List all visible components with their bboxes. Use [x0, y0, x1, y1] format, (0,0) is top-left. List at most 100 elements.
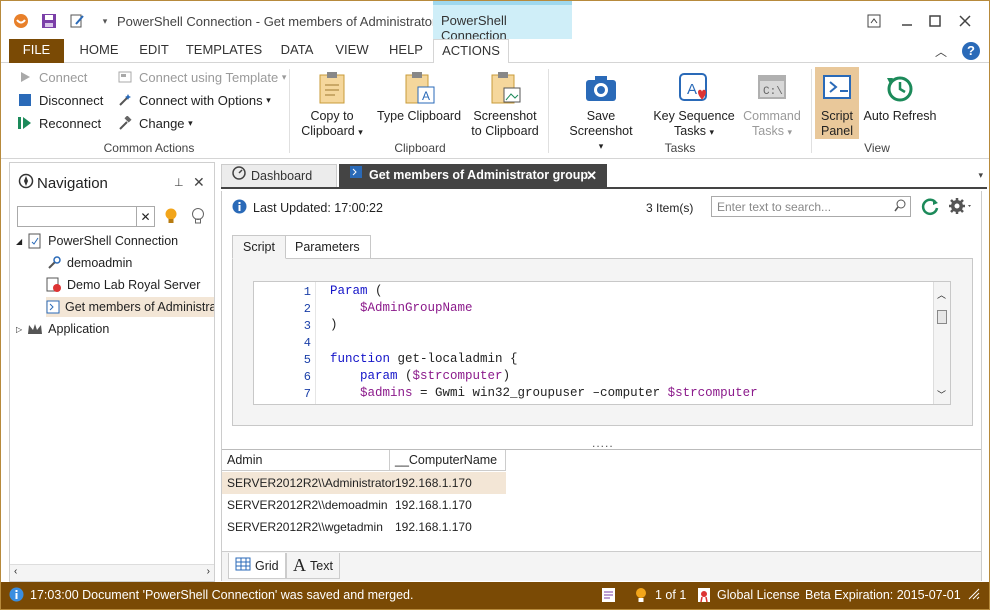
script-panel-button[interactable]: Script Panel: [815, 67, 859, 139]
scroll-right-icon[interactable]: ›: [207, 566, 210, 577]
code-line: param ($strcomputer): [360, 369, 511, 383]
grid-cell: 192.168.1.170: [395, 520, 472, 534]
navigation-hscrollbar[interactable]: ‹ ›: [10, 564, 214, 581]
close-tab-icon[interactable]: ✕: [586, 164, 597, 187]
tab-templates[interactable]: TEMPLATES: [181, 39, 267, 63]
svg-text:A: A: [687, 81, 697, 98]
command-tasks-label-1: Command: [743, 109, 801, 123]
tab-dashboard[interactable]: Dashboard: [221, 164, 337, 187]
tab-home[interactable]: HOME: [71, 39, 127, 63]
minimize-icon[interactable]: [896, 11, 918, 31]
column-header-computername[interactable]: __ComputerName: [390, 450, 506, 471]
collapse-ribbon-icon[interactable]: ︿: [935, 43, 947, 60]
tab-help[interactable]: HELP: [381, 39, 431, 63]
help-icon[interactable]: ?: [962, 42, 980, 60]
last-updated-label: Last Updated: 17:00:22: [253, 201, 383, 215]
lightbulb-off-icon[interactable]: [191, 207, 205, 228]
tree-item-powershell-connection[interactable]: ◢ PowerShell Connection: [16, 231, 178, 251]
code-editor[interactable]: 1 2 3 4 5 6 7 Param ( $AdminGroupName ) …: [253, 281, 951, 405]
notification-bulb-icon[interactable]: [635, 587, 647, 606]
screenshot-clipboard-button[interactable]: Screenshot to Clipboard: [467, 67, 543, 139]
column-header-admin[interactable]: Admin: [222, 450, 390, 471]
disconnect-button[interactable]: Disconnect: [17, 92, 103, 108]
save-icon[interactable]: [39, 11, 59, 31]
line-gutter: 1 2 3 4 5 6 7: [254, 282, 316, 404]
tree-item-get-members[interactable]: Get members of Administrators group: [46, 297, 214, 317]
tab-list-dropdown-icon[interactable]: ▾: [978, 170, 983, 181]
connect-button[interactable]: Connect: [17, 69, 87, 85]
connect-template-button[interactable]: Connect using Template ▾: [117, 69, 286, 85]
search-icon[interactable]: [894, 199, 906, 215]
group-label-tasks: Tasks: [664, 141, 696, 155]
dashboard-gauge-icon: [232, 165, 246, 188]
scroll-left-icon[interactable]: ‹: [14, 566, 17, 577]
group-label-common-actions: Common Actions: [103, 141, 195, 155]
grid-cell: 192.168.1.170: [395, 476, 472, 490]
disconnect-label: Disconnect: [39, 92, 104, 108]
tab-label: Dashboard: [251, 168, 313, 183]
svg-text:A: A: [422, 89, 430, 103]
license-label: Global License: [717, 588, 800, 602]
pin-icon[interactable]: ⊥: [174, 176, 184, 189]
tree-item-application[interactable]: ▷ Application: [16, 319, 109, 339]
reconnect-icon: [17, 115, 33, 131]
tab-edit[interactable]: EDIT: [131, 39, 177, 63]
clipboard-icon: [297, 67, 367, 109]
close-icon[interactable]: [954, 11, 976, 31]
key-sequence-label-1: Key Sequence: [653, 109, 735, 123]
settings-gear-icon[interactable]: [948, 197, 974, 218]
type-clipboard-icon: A: [373, 67, 465, 109]
tree-expanded-icon[interactable]: ◢: [16, 237, 22, 246]
maximize-icon[interactable]: [924, 11, 946, 31]
tree-collapsed-icon[interactable]: ▷: [16, 325, 22, 334]
copy-clipboard-label-1: Copy to: [310, 109, 354, 123]
copy-clipboard-label-2: Clipboard: [301, 124, 355, 138]
group-separator: [548, 69, 549, 153]
search-input[interactable]: Enter text to search...: [711, 196, 911, 217]
navigation-search-input[interactable]: ✕: [17, 206, 155, 227]
customize-qat-icon[interactable]: ▾: [95, 11, 115, 31]
close-panel-icon[interactable]: ✕: [193, 174, 205, 191]
auto-refresh-button[interactable]: Auto Refresh: [863, 67, 937, 124]
app-logo-icon[interactable]: [11, 11, 31, 31]
grid-cell: SERVER2012R2\\wgetadmin: [227, 520, 383, 534]
tab-get-members[interactable]: Get members of Administrator group ✕: [339, 164, 607, 187]
tab-grid-view[interactable]: Grid: [228, 553, 286, 579]
reconnect-button[interactable]: Reconnect: [17, 115, 101, 131]
tab-actions[interactable]: ACTIONS: [433, 39, 509, 64]
clear-search-icon[interactable]: ✕: [136, 207, 154, 226]
connect-options-button[interactable]: Connect with Options ▾: [117, 92, 271, 108]
tab-view[interactable]: VIEW: [327, 39, 377, 63]
type-clipboard-button[interactable]: A Type Clipboard: [373, 67, 465, 124]
editor-vscrollbar[interactable]: ︿ ﹀: [933, 282, 950, 404]
tab-file[interactable]: FILE: [9, 39, 64, 63]
scroll-up-icon[interactable]: ︿: [937, 288, 946, 301]
panel-splitter[interactable]: .....: [592, 436, 614, 450]
application-window: ▾ PowerShell Connection - Get members of…: [0, 0, 990, 610]
restore-ribbon-icon[interactable]: [863, 11, 885, 31]
tab-data[interactable]: DATA: [271, 39, 323, 63]
resize-grip-icon[interactable]: [967, 587, 981, 604]
scroll-down-icon[interactable]: ﹀: [937, 388, 946, 401]
key-sequence-tasks-button[interactable]: A Key Sequence Tasks ▾: [653, 67, 735, 140]
subtab-parameters[interactable]: Parameters: [284, 235, 371, 259]
code-line: $AdminGroupName: [360, 301, 473, 315]
copy-clipboard-button[interactable]: Copy to Clipboard ▾: [297, 67, 367, 140]
refresh-icon[interactable]: [920, 196, 940, 219]
subtab-script[interactable]: Script: [232, 235, 286, 259]
tree-item-demoadmin[interactable]: demoadmin: [46, 253, 132, 273]
log-icon[interactable]: [601, 587, 617, 606]
script-panel-label-2: Panel: [821, 124, 853, 138]
tree-item-demo-lab-royal-server[interactable]: Demo Lab Royal Server: [46, 275, 200, 295]
edit-document-icon[interactable]: [67, 11, 87, 31]
scroll-thumb[interactable]: [937, 310, 947, 324]
change-button[interactable]: Change ▾: [117, 115, 193, 131]
tab-text-view[interactable]: A Text: [286, 553, 340, 579]
command-tasks-button[interactable]: C:\ Command Tasks ▾: [739, 67, 805, 140]
ribbon: Connect Connect using Template ▾ Disconn…: [1, 63, 989, 159]
context-tab-label: PowerShell Connection: [433, 1, 572, 43]
line-number: 6: [303, 370, 311, 384]
screenshot-clipboard-icon: [467, 67, 543, 109]
lightbulb-on-icon[interactable]: [164, 207, 178, 228]
license-icon: [697, 587, 711, 606]
